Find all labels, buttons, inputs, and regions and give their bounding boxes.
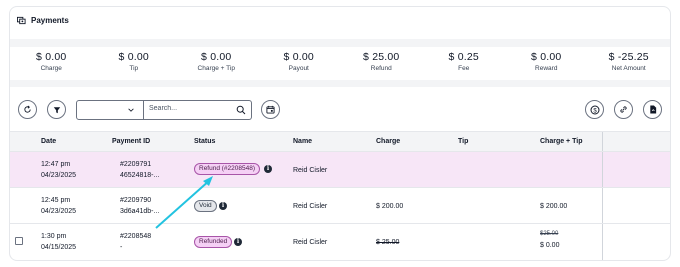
- column-header-name: Name: [293, 138, 313, 145]
- row-date: 12:45 pm 04/23/2025: [41, 197, 77, 215]
- table-header: Date Payment ID Status Name Charge Tip C…: [10, 131, 670, 152]
- calendar-icon: [266, 105, 275, 114]
- link-button[interactable]: [614, 100, 633, 119]
- page-title: Payments: [31, 15, 69, 25]
- filter-dropdown[interactable]: [76, 100, 144, 120]
- export-button[interactable]: [643, 100, 662, 119]
- column-header-charge: Charge: [376, 138, 401, 145]
- search-icon[interactable]: [236, 105, 246, 115]
- stat-fee: $ 0.25 Fee: [448, 51, 479, 72]
- row-charge-tip: $ 200.00: [540, 203, 568, 210]
- document-icon: [649, 105, 656, 114]
- stat-charge-tip: $ 0.00 Charge + Tip: [197, 51, 235, 72]
- stat-charge: $ 0.00 Charge: [36, 51, 67, 72]
- table-row[interactable]: 1:30 pm 04/15/2025 #2208548- Refunded i R…: [10, 224, 670, 260]
- chevron-down-icon: [128, 108, 134, 112]
- row-date: 1:30 pm 04/15/2025: [41, 233, 77, 251]
- row-payment-id: #2209790 3d6a41db-...: [120, 197, 160, 215]
- column-header-charge-tip: Charge + Tip: [540, 138, 583, 145]
- info-icon[interactable]: i: [264, 165, 272, 173]
- refresh-icon: [24, 105, 31, 113]
- stat-net-amount: $ -25.25 Net Amount: [608, 51, 649, 72]
- stat-reward: $ 0.00 Reward: [531, 51, 562, 72]
- payments-header: Payments: [10, 7, 670, 33]
- row-name: Reid Cisler: [293, 239, 328, 246]
- refresh-button[interactable]: [18, 100, 37, 119]
- status-badge[interactable]: Refunded: [194, 236, 233, 248]
- calendar-button[interactable]: [261, 100, 280, 119]
- stat-refund: $ 25.00 Refund: [363, 51, 400, 72]
- row-name: Reid Cisler: [293, 203, 328, 210]
- row-charge-tip: $ 0.00: [540, 242, 560, 249]
- row-payment-id: #2208548-: [120, 233, 152, 251]
- row-payment-id: #2209791 46524818-...: [120, 161, 160, 179]
- link-icon: [620, 106, 627, 113]
- row-name: Reid Cisler: [293, 167, 328, 174]
- search-box[interactable]: [144, 100, 252, 120]
- row-charge-tip-original: $25.00: [540, 231, 559, 237]
- search-input[interactable]: [149, 105, 229, 112]
- column-header-payment-id: Payment ID: [112, 138, 151, 145]
- stat-payout: $ 0.00 Payout: [283, 51, 314, 72]
- column-header-date: Date: [41, 138, 57, 145]
- row-checkbox[interactable]: [15, 237, 23, 245]
- table-row[interactable]: 12:45 pm 04/23/2025 #2209790 3d6a41db-... …: [10, 188, 670, 224]
- toolbar: $: [10, 95, 670, 125]
- column-header-status: Status: [194, 138, 216, 145]
- row-charge: $ 25.00: [376, 239, 400, 246]
- stat-tip: $ 0.00 Tip: [118, 51, 149, 72]
- column-header-tip: Tip: [458, 138, 469, 145]
- status-badge[interactable]: Refund (#2208548): [194, 163, 261, 175]
- info-icon[interactable]: i: [219, 202, 227, 210]
- row-date: 12:47 pm 04/23/2025: [41, 161, 77, 179]
- payments-card: Payments $ 0.00 Charge $ 0.00 Tip $ 0.00 Ch…: [9, 6, 671, 261]
- info-icon[interactable]: i: [234, 238, 242, 246]
- row-charge: $ 200.00: [376, 203, 404, 210]
- filter-button[interactable]: [47, 100, 66, 119]
- stats-bar: $ 0.00 Charge $ 0.00 Tip $ 0.00 Charge + Ti…: [10, 39, 670, 87]
- filter-icon: [53, 106, 60, 113]
- dollar-icon: $: [590, 105, 599, 114]
- status-badge[interactable]: Void: [194, 200, 217, 212]
- dollar-button[interactable]: $: [585, 100, 604, 119]
- table-row[interactable]: 12:47 pm 04/23/2025 #2209791 46524818-... …: [10, 152, 670, 188]
- payments-icon: [17, 16, 26, 24]
- payments-table: Date Payment ID Status Name Charge Tip C…: [10, 131, 670, 260]
